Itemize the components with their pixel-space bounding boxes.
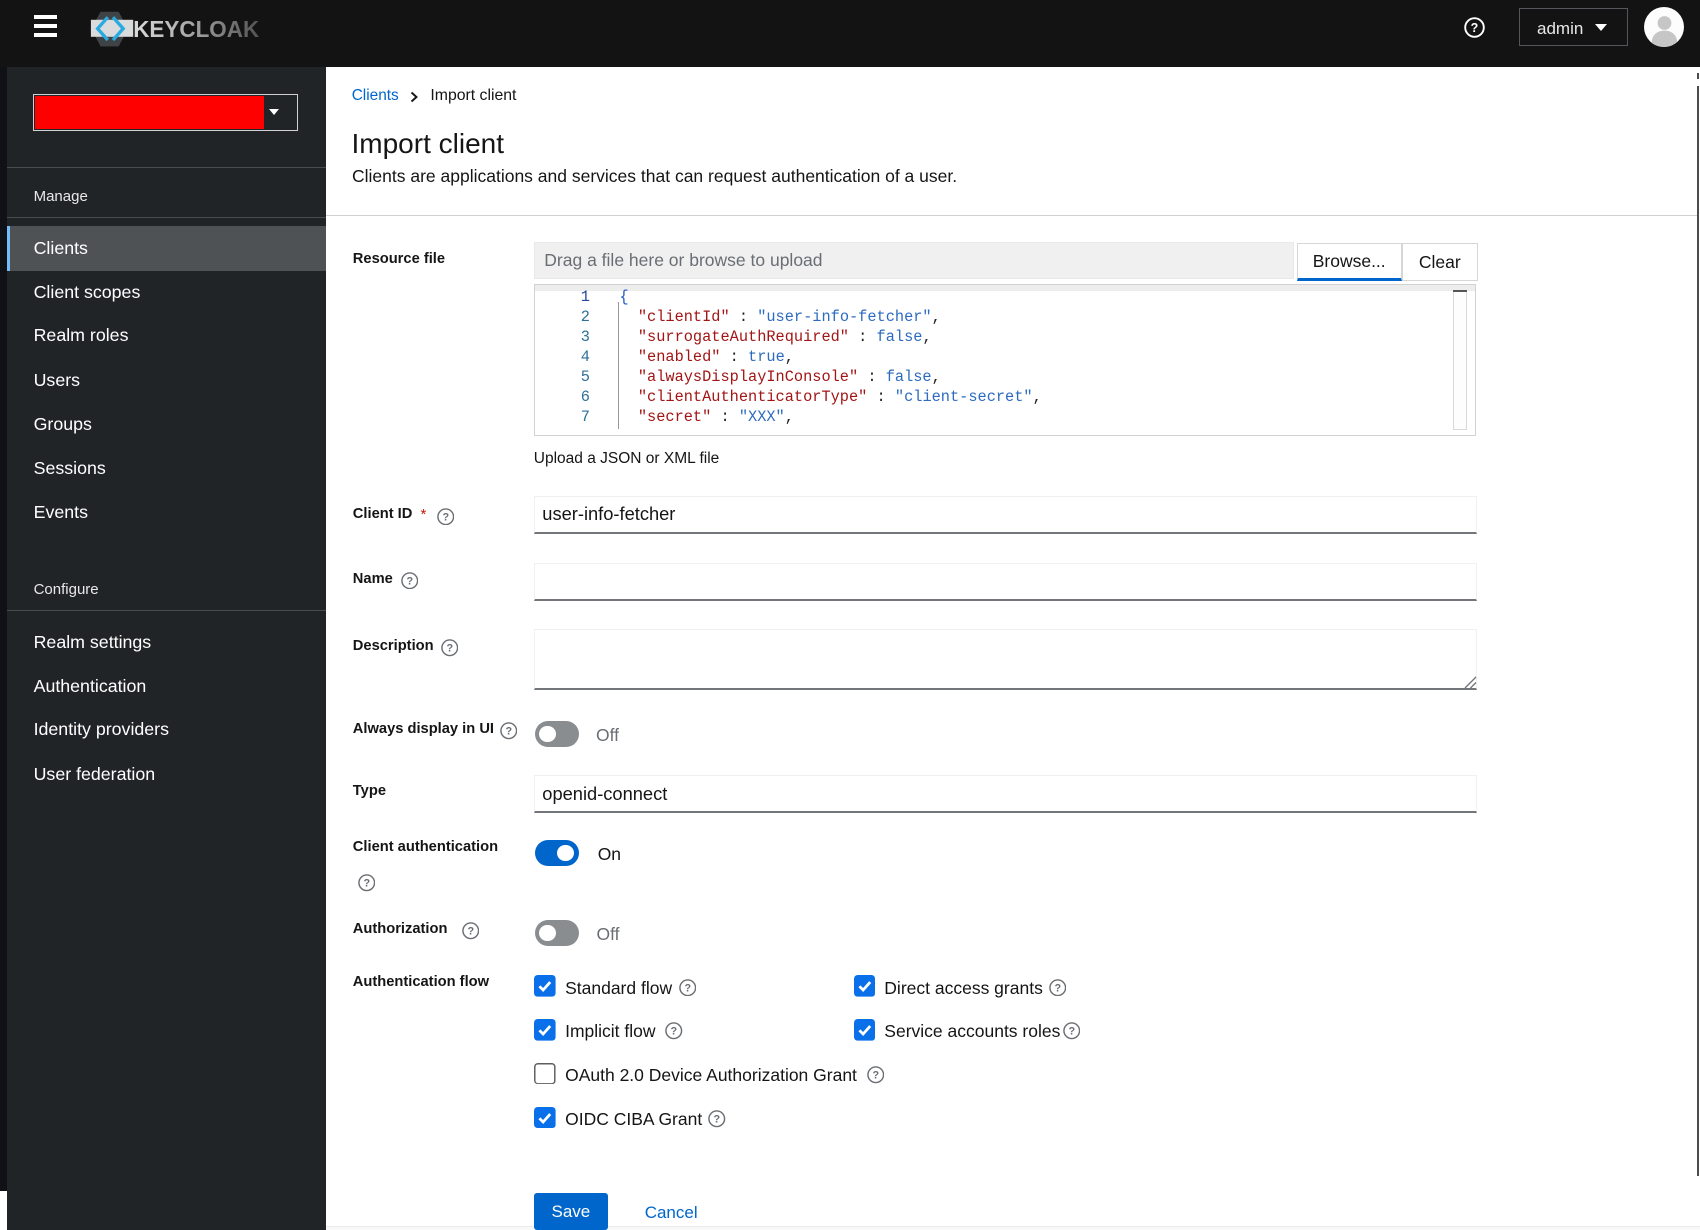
- svg-text:?: ?: [872, 1070, 879, 1082]
- svg-text:?: ?: [442, 511, 449, 523]
- svg-text:?: ?: [684, 982, 691, 994]
- svg-text:?: ?: [713, 1114, 720, 1126]
- svg-text:?: ?: [1470, 21, 1478, 35]
- svg-text:?: ?: [670, 1026, 677, 1038]
- svg-text:?: ?: [467, 926, 474, 938]
- svg-text:?: ?: [363, 878, 370, 890]
- svg-text:KEYCLOAK: KEYCLOAK: [133, 16, 259, 42]
- svg-text:?: ?: [446, 643, 453, 655]
- svg-text:?: ?: [1054, 982, 1061, 994]
- svg-text:?: ?: [406, 575, 413, 587]
- svg-text:?: ?: [505, 726, 512, 738]
- svg-text:?: ?: [1068, 1026, 1075, 1038]
